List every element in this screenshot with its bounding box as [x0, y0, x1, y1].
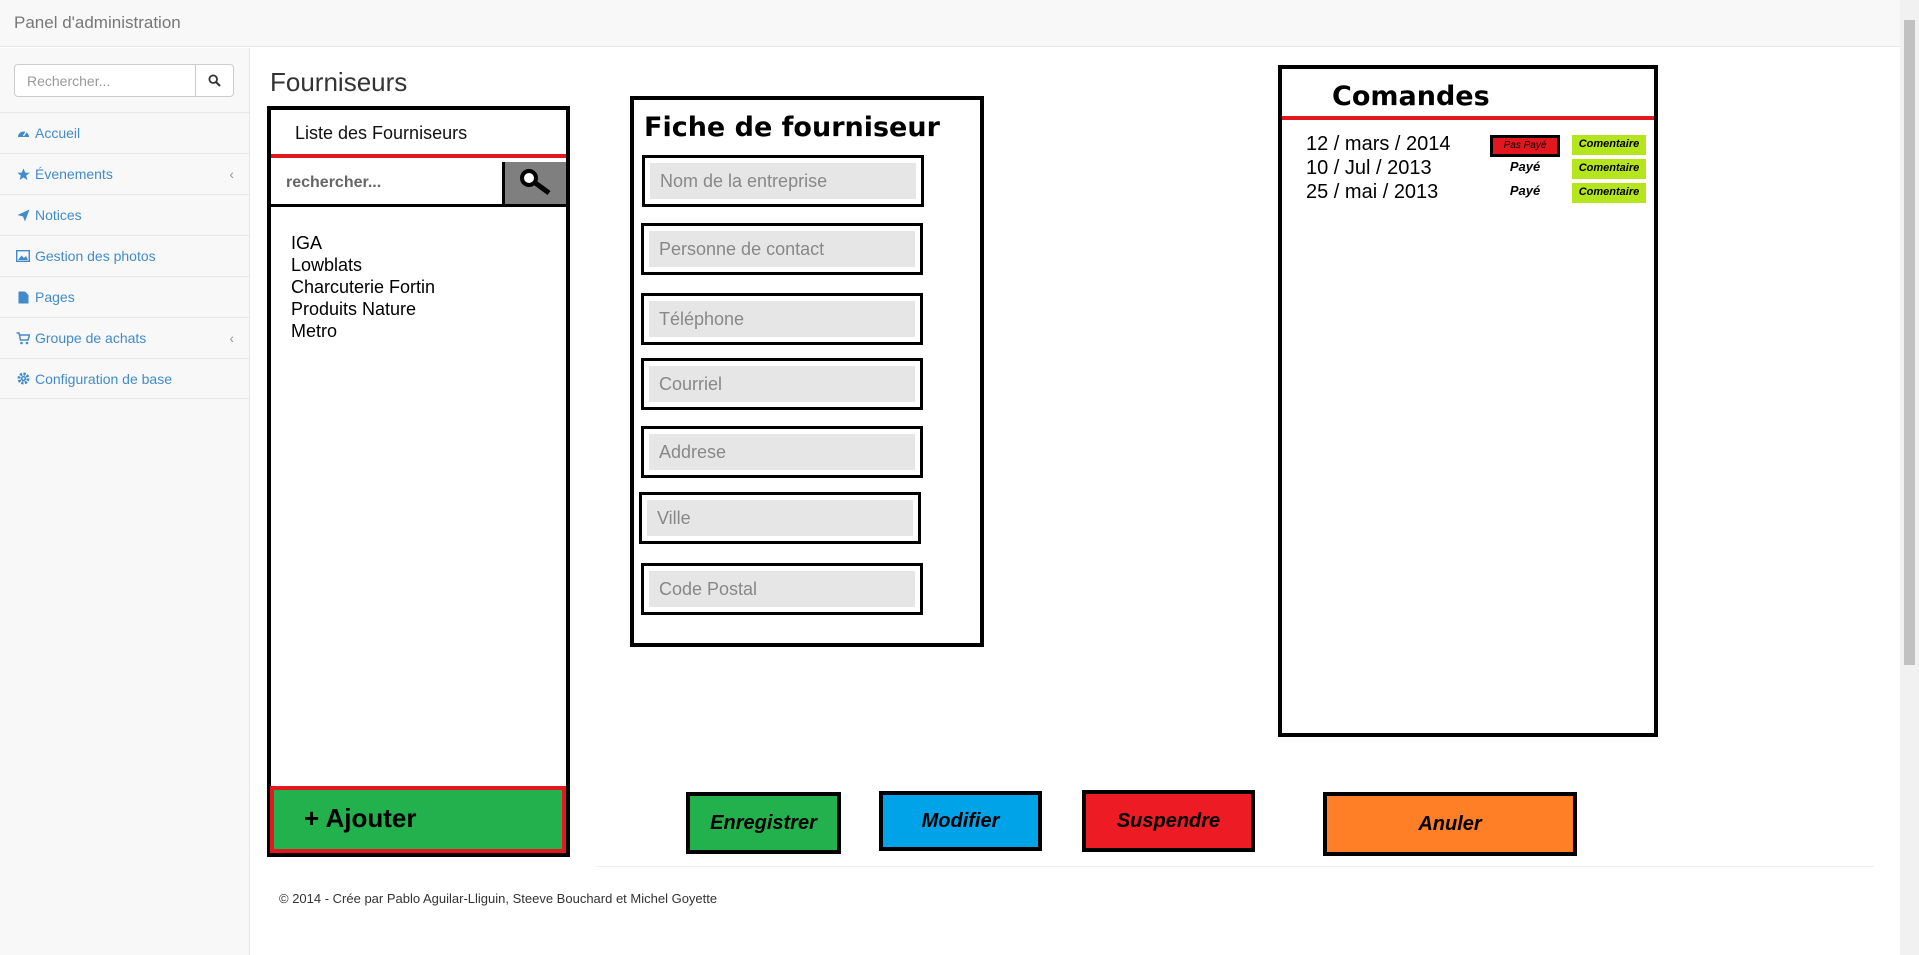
- list-item[interactable]: Produits Nature: [291, 298, 435, 320]
- order-date: 25 / mai / 2013: [1306, 181, 1439, 203]
- supplier-search-input[interactable]: [271, 162, 505, 204]
- sidebar-item-label: Gestion des photos: [35, 248, 156, 264]
- sidebar-item-accueil[interactable]: Accueil: [0, 112, 250, 153]
- picture-icon: [16, 249, 30, 263]
- chevron-left-icon: ‹: [229, 330, 234, 346]
- order-date: 12 / mars / 2014: [1306, 133, 1451, 155]
- sidebar-item-label: Pages: [35, 289, 75, 305]
- footer-divider: [596, 866, 1874, 867]
- sidebar-item-label: Accueil: [35, 125, 81, 141]
- orders-divider: [1282, 116, 1654, 120]
- company-name-input[interactable]: [650, 163, 916, 199]
- cancel-button[interactable]: Anuler: [1323, 792, 1577, 856]
- status-badge: Payé: [1509, 159, 1541, 174]
- supplier-search: [271, 162, 566, 207]
- contact-person-input[interactable]: [649, 231, 915, 267]
- scrollbar-thumb[interactable]: [1904, 20, 1915, 665]
- supplier-list-panel: Liste des Fourniseurs IGA Lowblats Charc…: [267, 106, 570, 781]
- dashboard-icon: [16, 126, 30, 140]
- sidebar-item-label: Groupe de achats: [35, 330, 147, 346]
- sidebar-item-evenements[interactable]: Évenements ‹: [0, 153, 250, 194]
- page-title: Fourniseurs: [270, 67, 408, 97]
- address-input[interactable]: [649, 434, 915, 470]
- file-icon: [16, 290, 30, 304]
- save-button[interactable]: Enregistrer: [686, 792, 841, 854]
- comment-button[interactable]: Comentaire: [1572, 135, 1646, 155]
- status-badge: Payé: [1509, 183, 1541, 198]
- supplier-list-header: Liste des Fourniseurs: [271, 110, 566, 158]
- supplier-form-panel: Fiche de fourniseur: [630, 96, 984, 647]
- orders-title: Comandes: [1332, 81, 1490, 112]
- star-icon: [16, 167, 30, 181]
- order-row: 25 / mai / 2013 Payé Comentaire: [1282, 181, 1654, 205]
- order-row: 10 / Jul / 2013 Payé Comentaire: [1282, 157, 1654, 181]
- vertical-scrollbar[interactable]: [1900, 0, 1919, 955]
- city-field: [639, 492, 921, 544]
- sidebar-item-label: Notices: [35, 207, 82, 223]
- magnifier-icon: [519, 169, 550, 196]
- comment-button[interactable]: Comentaire: [1572, 159, 1646, 179]
- sidebar-search-input[interactable]: [14, 64, 196, 97]
- sidebar-item-label: Configuration de base: [35, 370, 172, 387]
- chevron-left-icon: ‹: [229, 166, 234, 182]
- sidebar-item-label: Évenements: [35, 166, 113, 182]
- footer-text: © 2014 - Crée par Pablo Aguilar-Lliguin,…: [279, 891, 718, 906]
- suspend-button[interactable]: Suspendre: [1082, 790, 1255, 852]
- address-field: [641, 426, 923, 478]
- list-item[interactable]: IGA: [291, 232, 435, 254]
- comment-button[interactable]: Comentaire: [1572, 183, 1646, 203]
- phone-input[interactable]: [649, 301, 915, 337]
- top-navbar: Panel d'administration: [0, 0, 1900, 47]
- sidebar-item-pages[interactable]: Pages: [0, 276, 250, 317]
- supplier-list: IGA Lowblats Charcuterie Fortin Produits…: [291, 232, 435, 342]
- sidebar-item-achats[interactable]: Groupe de achats ‹: [0, 317, 250, 358]
- supplier-search-button[interactable]: [505, 162, 566, 204]
- supplier-form-title: Fiche de fourniseur: [644, 112, 940, 143]
- list-item[interactable]: Metro: [291, 320, 435, 342]
- sidebar: Accueil Évenements ‹ Notices Gestion des…: [0, 48, 250, 955]
- add-supplier-button[interactable]: + Ajouter: [270, 786, 566, 853]
- gear-icon: [16, 372, 30, 386]
- orders-panel: Comandes 12 / mars / 2014 Pas Payé Comen…: [1278, 65, 1658, 737]
- company-name-field: [642, 155, 924, 207]
- email-field: [641, 358, 923, 410]
- email-input[interactable]: [649, 366, 915, 402]
- city-input[interactable]: [647, 500, 913, 536]
- sidebar-search: [14, 64, 234, 97]
- contact-person-field: [641, 223, 923, 275]
- cart-icon: [16, 331, 30, 345]
- status-badge: Pas Payé: [1490, 135, 1560, 157]
- edit-button[interactable]: Modifier: [879, 791, 1042, 851]
- sidebar-item-photos[interactable]: Gestion des photos: [0, 235, 250, 276]
- sidebar-item-configuration[interactable]: Configuration de base: [0, 358, 250, 399]
- brand-title[interactable]: Panel d'administration: [14, 13, 181, 33]
- phone-field: [641, 293, 923, 345]
- order-row: 12 / mars / 2014 Pas Payé Comentaire: [1282, 133, 1654, 157]
- list-item[interactable]: Charcuterie Fortin: [291, 276, 435, 298]
- sidebar-menu: Accueil Évenements ‹ Notices Gestion des…: [0, 112, 250, 399]
- postal-code-field: [641, 563, 923, 615]
- postal-code-input[interactable]: [649, 571, 915, 607]
- sidebar-search-button[interactable]: [195, 64, 234, 97]
- list-item[interactable]: Lowblats: [291, 254, 435, 276]
- search-icon: [208, 74, 221, 87]
- sidebar-item-notices[interactable]: Notices: [0, 194, 250, 235]
- send-icon: [16, 208, 30, 222]
- order-date: 10 / Jul / 2013: [1306, 157, 1432, 179]
